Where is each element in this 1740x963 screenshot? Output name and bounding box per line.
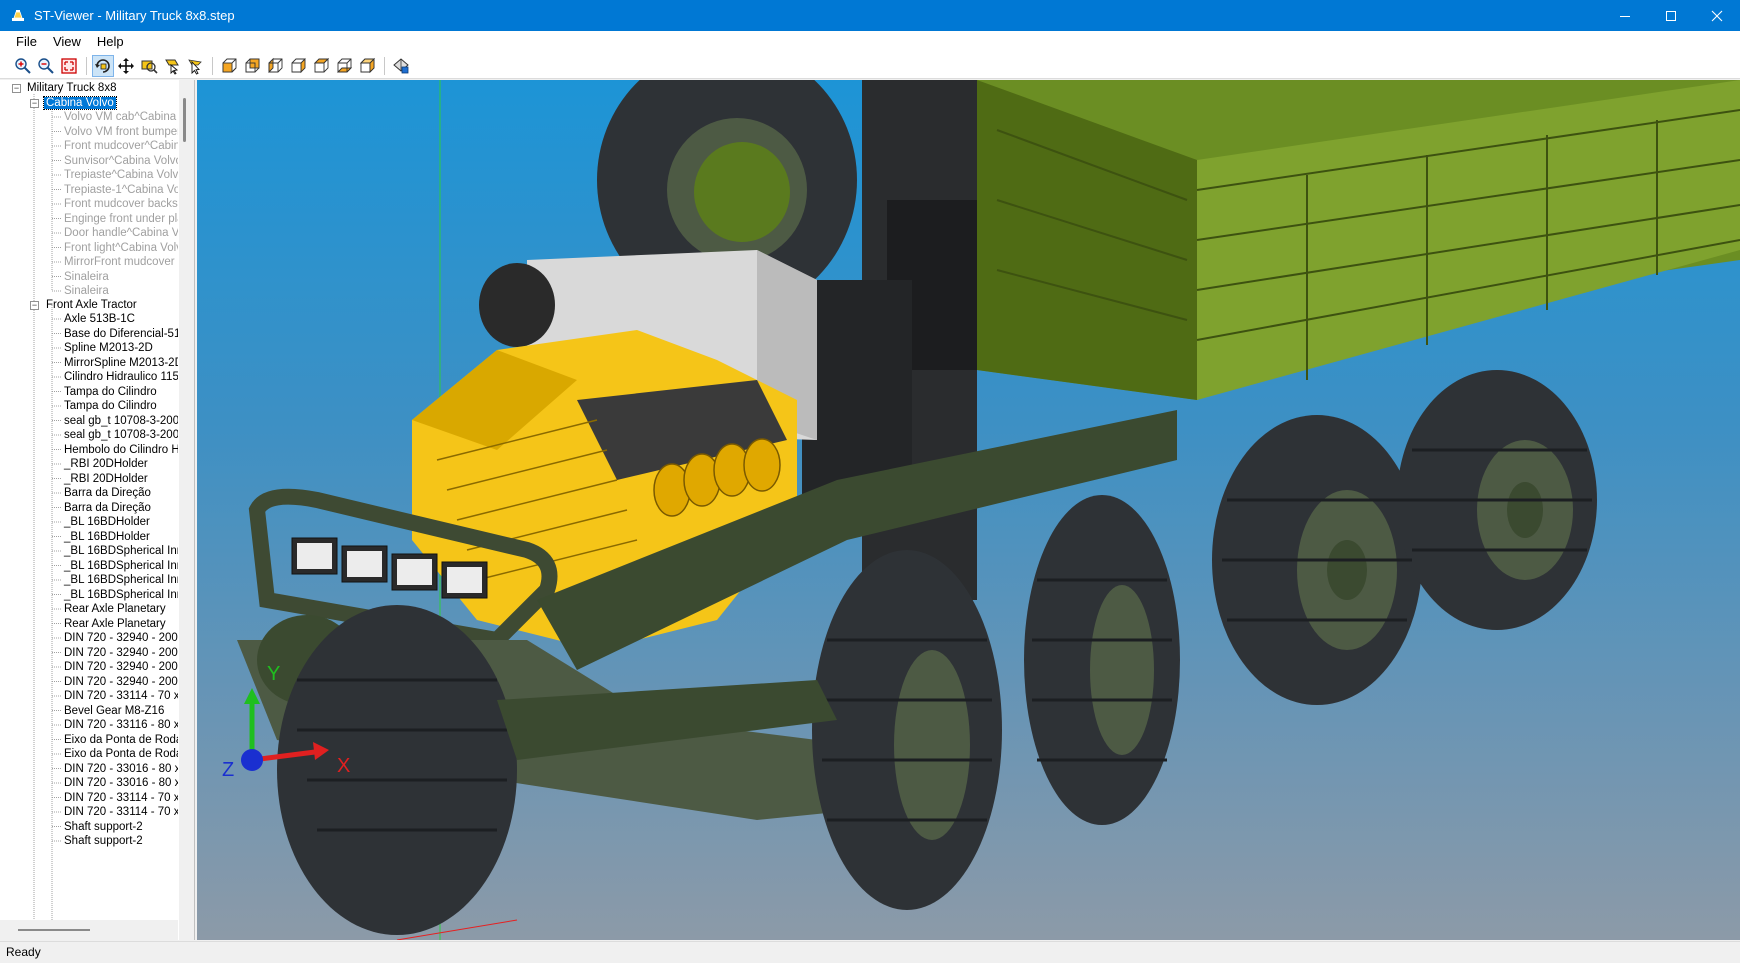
- pan-icon: [118, 57, 134, 74]
- zoom-window-icon: [141, 60, 158, 74]
- select-zoom-icon: [165, 59, 179, 75]
- view-left-button[interactable]: [264, 55, 286, 77]
- render-mode-icon: [393, 57, 409, 73]
- scrollbar-thumb[interactable]: [183, 98, 186, 142]
- tree-vertical-scrollbar[interactable]: [179, 80, 194, 940]
- zoom-fit-icon: [61, 57, 77, 74]
- window-title: ST-Viewer - Military Truck 8x8.step: [34, 8, 235, 23]
- menu-bar: File View Help: [0, 31, 1740, 53]
- menu-view[interactable]: View: [45, 31, 89, 53]
- status-text: Ready: [6, 945, 41, 959]
- menu-file[interactable]: File: [8, 31, 45, 53]
- maximize-button[interactable]: [1648, 0, 1694, 31]
- truck-model-render[interactable]: Y X Z: [197, 80, 1740, 940]
- zoom-window-button[interactable]: [138, 55, 160, 77]
- zoom-fit-button[interactable]: [58, 55, 80, 77]
- minimize-button[interactable]: [1602, 0, 1648, 31]
- view-front-icon: [222, 58, 237, 72]
- cargo-bed: [977, 80, 1740, 400]
- toolbar-separator: [86, 56, 87, 75]
- triad-z-axis: [241, 749, 263, 771]
- view-iso-button[interactable]: [356, 55, 378, 77]
- view-back-button[interactable]: [241, 55, 263, 77]
- maximize-icon: [1666, 10, 1676, 21]
- tree-node-item[interactable]: Shaft support-2: [64, 833, 143, 849]
- close-icon: [1711, 10, 1723, 21]
- zoom-in-icon: [15, 57, 31, 74]
- view-bottom-button[interactable]: [333, 55, 355, 77]
- zoom-out-icon: [38, 57, 54, 74]
- view-bottom-icon: [336, 58, 353, 72]
- render-mode-button[interactable]: [390, 55, 412, 77]
- 3d-viewport[interactable]: Y X Z: [197, 80, 1740, 940]
- minimize-icon: [1620, 15, 1630, 17]
- zoom-out-button[interactable]: [35, 55, 57, 77]
- tree-node-root[interactable]: Military Truck 8x8: [27, 80, 116, 96]
- axis-label-x: X: [337, 755, 350, 777]
- tree-toggle-root[interactable]: −: [12, 84, 21, 93]
- view-front-button[interactable]: [218, 55, 240, 77]
- zoom-in-button[interactable]: [12, 55, 34, 77]
- model-tree: − Military Truck 8x8 − Cabina Volvo Volv…: [0, 80, 178, 920]
- close-button[interactable]: [1694, 0, 1740, 31]
- view-right-button[interactable]: [287, 55, 309, 77]
- front-right-tire: [812, 550, 1002, 910]
- second-axle-tire: [1024, 495, 1180, 825]
- view-top-button[interactable]: [310, 55, 332, 77]
- rotate-button[interactable]: [92, 54, 114, 77]
- front-left-tire: [277, 605, 517, 935]
- toolbar-separator: [212, 56, 213, 75]
- pan-button[interactable]: [115, 55, 137, 77]
- tree-horizontal-scrollbar[interactable]: [0, 920, 178, 940]
- view-right-icon: [291, 57, 306, 73]
- view-left-icon: [268, 57, 283, 73]
- tree-node-label: Cabina Volvo: [43, 96, 117, 110]
- view-top-icon: [313, 57, 330, 72]
- model-tree-panel: − Military Truck 8x8 − Cabina Volvo Volv…: [0, 80, 195, 940]
- app-icon: [10, 8, 26, 24]
- status-bar: Ready: [0, 941, 1740, 963]
- select-arrow-icon: [188, 58, 202, 75]
- title-bar: ST-Viewer - Military Truck 8x8.step: [0, 0, 1740, 31]
- tree-toggle-cabina-volvo[interactable]: −: [30, 99, 39, 108]
- view-iso-icon: [359, 57, 376, 73]
- menu-help[interactable]: Help: [89, 31, 132, 53]
- scrollbar-thumb[interactable]: [18, 929, 90, 931]
- axis-label-y: Y: [267, 663, 280, 685]
- tree-toggle-front-axle[interactable]: −: [30, 301, 39, 310]
- select-arrow-button[interactable]: [184, 55, 206, 77]
- select-zoom-button[interactable]: [161, 55, 183, 77]
- toolbar-separator: [384, 56, 385, 75]
- axis-label-z: Z: [222, 759, 234, 781]
- toolbar: [0, 53, 1740, 79]
- view-back-icon: [245, 58, 260, 72]
- rotate-icon: [95, 58, 110, 73]
